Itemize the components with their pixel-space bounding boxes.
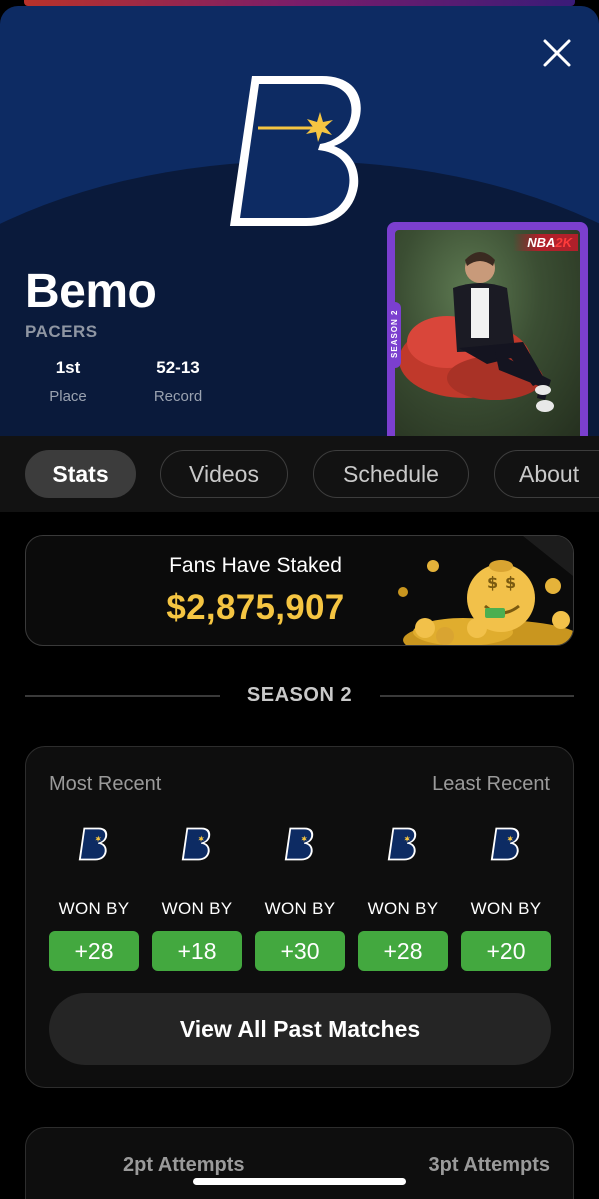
most-recent-label: Most Recent — [49, 773, 162, 795]
won-by-label: WON BY — [264, 899, 336, 918]
tab-about[interactable]: About — [494, 450, 599, 498]
win-margin-badge: +30 — [255, 931, 345, 971]
three-pt-attempts-label: 3pt Attempts — [428, 1154, 550, 1176]
stat-value: 1st — [55, 358, 81, 377]
stake-banner[interactable]: $ $ Fans Have Staked $2,875,907 — [25, 535, 574, 646]
match-result[interactable]: WON BY +28 — [358, 825, 448, 971]
close-icon[interactable] — [536, 32, 578, 74]
player-header: Bemo PACERS 1st Place 52-13 Record NBA2K… — [0, 6, 599, 436]
season-divider: SEASON 2 — [25, 682, 574, 710]
player-photo: NBA2K — [395, 230, 580, 436]
tab-videos[interactable]: Videos — [160, 450, 288, 498]
home-indicator[interactable] — [193, 1178, 406, 1185]
player-card[interactable]: NBA2K SEASON 2 — [387, 222, 588, 436]
player-photo-illustration — [399, 252, 554, 412]
won-by-label: WON BY — [58, 899, 130, 918]
recent-matches-card: Most Recent Least Recent WON BY +28 WON … — [25, 746, 574, 1088]
stat-place: 1st Place — [22, 358, 114, 405]
won-by-label: WON BY — [161, 899, 233, 918]
divider-line-right — [380, 695, 574, 697]
win-margin-badge: +18 — [152, 931, 242, 971]
stat-record: 52-13 Record — [132, 358, 224, 405]
attempts-card: 2pt Attempts 3pt Attempts — [25, 1127, 574, 1199]
season-tab: SEASON 2 — [387, 302, 401, 368]
pacers-b-logo-icon — [181, 827, 211, 861]
pacers-b-logo-icon — [230, 76, 361, 226]
won-by-label: WON BY — [470, 899, 542, 918]
win-margin-badge: +28 — [358, 931, 448, 971]
season-tab-label: SEASON 2 — [390, 309, 399, 358]
win-margin-badge: +28 — [49, 931, 139, 971]
nba-label: NBA — [527, 235, 556, 250]
2k-label: 2K — [555, 235, 572, 250]
pacers-b-logo-icon — [78, 827, 108, 861]
match-result[interactable]: WON BY +30 — [255, 825, 345, 971]
player-name: Bemo — [25, 265, 157, 318]
won-by-label: WON BY — [367, 899, 439, 918]
nba2k-badge: NBA2K — [513, 234, 578, 251]
view-all-past-matches-button[interactable]: View All Past Matches — [49, 993, 551, 1065]
pacers-b-logo-icon — [387, 827, 417, 861]
least-recent-label: Least Recent — [432, 773, 550, 795]
win-margin-badge: +20 — [461, 931, 551, 971]
match-result[interactable]: WON BY +18 — [152, 825, 242, 971]
team-name: PACERS — [25, 322, 98, 341]
stake-amount: $2,875,907 — [166, 588, 345, 627]
tab-schedule[interactable]: Schedule — [313, 450, 469, 498]
match-result[interactable]: WON BY +28 — [49, 825, 139, 971]
stat-label: Place — [49, 388, 87, 405]
stat-value: 52-13 — [156, 358, 200, 377]
tab-stats[interactable]: Stats — [25, 450, 136, 498]
match-result[interactable]: WON BY +20 — [461, 825, 551, 971]
pacers-b-logo-icon — [490, 827, 520, 861]
tab-bar: Stats Videos Schedule About — [0, 436, 599, 512]
pacers-b-logo-icon — [284, 827, 314, 861]
stake-title: Fans Have Staked — [169, 554, 342, 577]
two-pt-attempts-label: 2pt Attempts — [123, 1154, 245, 1176]
stat-label: Record — [153, 388, 203, 405]
